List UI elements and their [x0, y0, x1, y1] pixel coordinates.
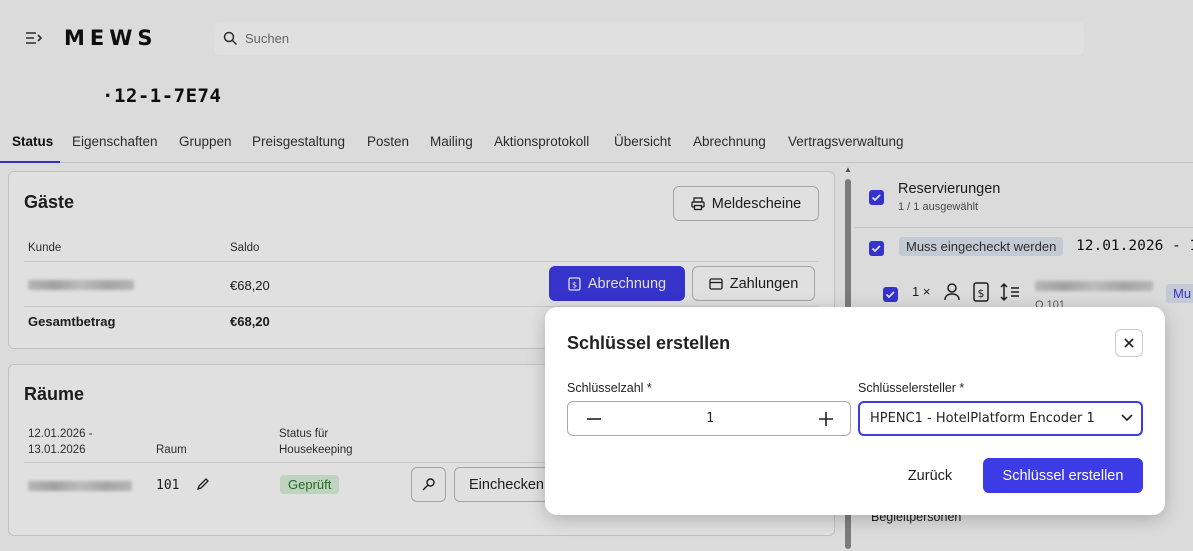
minus-icon — [587, 417, 601, 420]
decrement-button[interactable] — [576, 402, 612, 435]
encoder-select[interactable]: HPENC1 - HotelPlatform Encoder 1 — [858, 401, 1143, 436]
plus-icon — [819, 411, 833, 426]
close-button[interactable] — [1115, 329, 1143, 357]
key-count-stepper — [567, 401, 851, 436]
dialog-title: Schlüssel erstellen — [567, 333, 731, 353]
close-icon — [1124, 338, 1134, 348]
encoder-label: Schlüsselersteller * — [858, 381, 965, 395]
key-count-input[interactable] — [608, 402, 812, 435]
increment-button[interactable] — [808, 402, 844, 435]
create-key-dialog: Schlüssel erstellen Schlüsselzahl * Schl… — [545, 307, 1165, 515]
key-count-label: Schlüsselzahl * — [567, 381, 652, 395]
chevron-down-icon — [1121, 414, 1133, 422]
create-key-button[interactable]: Schlüssel erstellen — [983, 458, 1143, 493]
encoder-select-value: HPENC1 - HotelPlatform Encoder 1 — [870, 411, 1095, 426]
back-button[interactable]: Zurück — [890, 458, 970, 493]
